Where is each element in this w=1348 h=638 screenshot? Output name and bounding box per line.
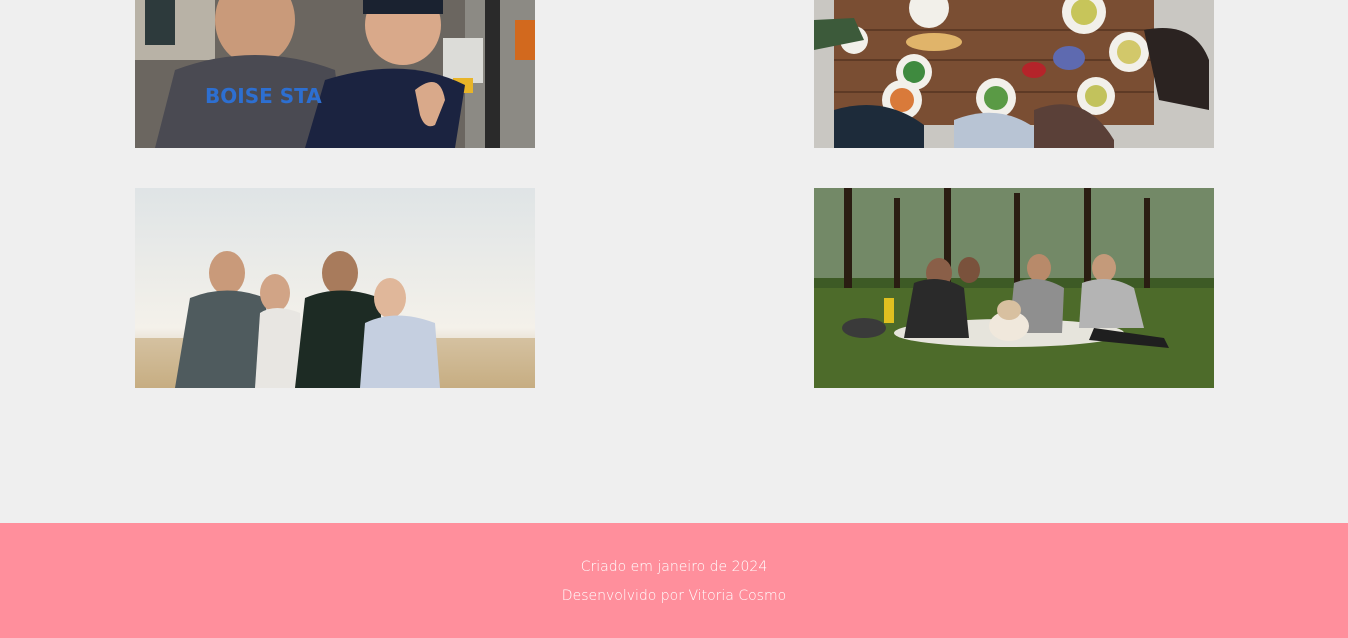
gallery-photo-meal-table	[814, 0, 1214, 148]
svg-text:BOISE STA: BOISE STA	[205, 84, 322, 108]
gallery-photo-friends-street: BOISE STA	[135, 0, 535, 148]
footer: Criado em janeiro de 2024 Desenvolvido p…	[0, 523, 1348, 638]
photo-image	[814, 188, 1214, 388]
gallery-photo-friends-laughing	[135, 188, 535, 388]
photo-image	[814, 0, 1214, 148]
gallery-photo-picnic-park	[814, 188, 1214, 388]
photo-image: BOISE STA	[135, 0, 535, 148]
photo-image	[135, 188, 535, 388]
page: BOISE STA Criado em janeiro de 2024 Dese…	[0, 0, 1348, 638]
footer-created-date: Criado em janeiro de 2024	[580, 559, 768, 575]
footer-developer-credit: Desenvolvido por Vitoria Cosmo	[561, 588, 787, 604]
